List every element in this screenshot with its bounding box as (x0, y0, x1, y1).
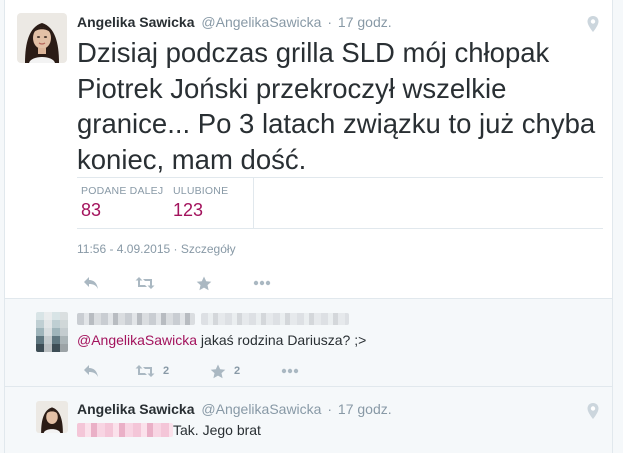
tweet-timestamp[interactable]: 11:56 - 4.09.2015 (77, 242, 170, 256)
tweet-text: Dzisiaj podczas grilla SLD mój chłopak P… (77, 37, 596, 175)
retweet-button[interactable] (135, 274, 155, 292)
blurred-screen-name (201, 313, 349, 325)
tweet-thread-card: Angelika Sawicka @AngelikaSawicka · 17 g… (4, 0, 613, 453)
tweet-actions (77, 274, 337, 292)
tweet-header: Angelika Sawicka @AngelikaSawicka · 17 g… (77, 401, 392, 417)
more-button[interactable] (281, 362, 299, 380)
retweet-button[interactable]: 2 (135, 362, 169, 380)
more-icon (281, 368, 299, 374)
tweet-meta: 11:56 - 4.09.2015 · Szczegóły (77, 242, 236, 256)
tweet-time[interactable]: 17 godz. (338, 401, 392, 417)
reply-button[interactable] (83, 274, 99, 292)
more-button[interactable] (253, 274, 271, 292)
tweet-header: Angelika Sawicka @AngelikaSawicka · 17 g… (77, 14, 392, 30)
retweet-count: 2 (163, 365, 170, 377)
author-fullname[interactable]: Angelika Sawicka (77, 401, 195, 417)
stat-value: 83 (81, 200, 102, 220)
author-screen-name[interactable]: @AngelikaSawicka (201, 14, 321, 30)
favorite-button[interactable]: 2 (210, 362, 240, 380)
blurred-mention (77, 423, 173, 437)
stat-label: ULUBIONE (173, 185, 229, 197)
profile-photo-icon (17, 13, 67, 63)
star-icon (210, 364, 226, 378)
mention-link[interactable]: @AngelikaSawicka (77, 332, 197, 348)
reply-icon (84, 365, 98, 377)
stats-divider (253, 178, 254, 228)
header-separator: · (327, 401, 333, 417)
details-link[interactable]: Szczegóły (181, 242, 236, 256)
reply-body: jakaś rodzina Dariusza? ;> (197, 332, 367, 348)
meta-separator: · (173, 242, 181, 256)
tweet-stats: PODANE DALEJ 83 ULUBIONE 123 (77, 177, 603, 229)
stat-label: PODANE DALEJ (81, 185, 164, 197)
reply-button[interactable] (83, 362, 99, 380)
tweet-time[interactable]: 17 godz. (338, 14, 392, 30)
reply-text: Tak. Jego brat (77, 422, 261, 438)
blurred-username (77, 313, 195, 325)
header-separator: · (327, 14, 333, 30)
star-icon (196, 276, 212, 290)
stat-retweets[interactable]: PODANE DALEJ 83 (81, 185, 163, 221)
location-pin-icon[interactable] (586, 402, 600, 420)
favorite-button[interactable] (196, 274, 212, 292)
reply-text: @AngelikaSawicka jakaś rodzina Dariusza?… (77, 332, 366, 348)
stat-value: 123 (173, 200, 204, 220)
retweet-icon (135, 277, 155, 289)
retweet-icon (135, 365, 155, 377)
reply-icon (84, 277, 98, 289)
reply-tweet[interactable]: @AngelikaSawicka jakaś rodzina Dariusza?… (5, 299, 612, 386)
tweet-actions: 2 2 (77, 362, 317, 380)
profile-photo-icon (36, 401, 68, 433)
avatar[interactable] (36, 312, 68, 352)
author-fullname[interactable]: Angelika Sawicka (77, 14, 195, 30)
author-screen-name[interactable]: @AngelikaSawicka (201, 401, 321, 417)
more-icon (253, 280, 271, 286)
stat-favorites[interactable]: ULUBIONE 123 (173, 185, 228, 221)
main-tweet: Angelika Sawicka @AngelikaSawicka · 17 g… (5, 0, 612, 298)
location-pin-icon[interactable] (586, 15, 600, 33)
avatar[interactable] (36, 401, 68, 433)
avatar[interactable] (17, 13, 67, 63)
favorite-count: 2 (234, 365, 241, 377)
reply-tweet[interactable]: Angelika Sawicka @AngelikaSawicka · 17 g… (5, 387, 612, 453)
reply-body: Tak. Jego brat (173, 422, 261, 438)
